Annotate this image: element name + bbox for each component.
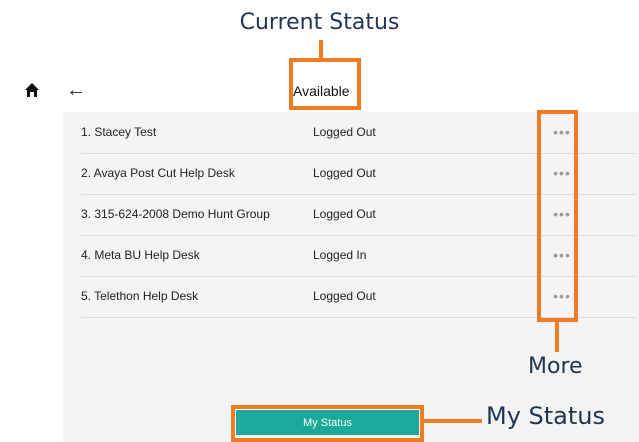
current-status-connector bbox=[319, 40, 323, 58]
current-status-annotation: Current Status bbox=[239, 10, 400, 35]
group-state: Logged Out bbox=[313, 166, 376, 180]
more-annotation: More bbox=[528, 354, 583, 379]
group-name: 5. Telethon Help Desk bbox=[81, 289, 199, 303]
my-status-connector bbox=[424, 419, 482, 423]
back-arrow-icon[interactable]: ← bbox=[66, 80, 86, 100]
current-status-highlight bbox=[289, 58, 361, 110]
group-name: 3. 315-624-2008 Demo Hunt Group bbox=[81, 207, 270, 221]
group-state: Logged Out bbox=[313, 289, 376, 303]
group-state: Logged Out bbox=[313, 125, 376, 139]
more-connector bbox=[555, 322, 559, 352]
home-icon[interactable] bbox=[24, 82, 40, 98]
group-name: 4. Meta BU Help Desk bbox=[81, 248, 200, 262]
group-name: 1. Stacey Test bbox=[81, 125, 157, 139]
my-status-annotation: My Status bbox=[486, 402, 606, 430]
group-state: Logged In bbox=[313, 248, 367, 262]
group-state: Logged Out bbox=[313, 207, 376, 221]
group-name: 2. Avaya Post Cut Help Desk bbox=[81, 166, 235, 180]
my-status-highlight bbox=[231, 405, 424, 442]
more-highlight bbox=[537, 110, 578, 322]
